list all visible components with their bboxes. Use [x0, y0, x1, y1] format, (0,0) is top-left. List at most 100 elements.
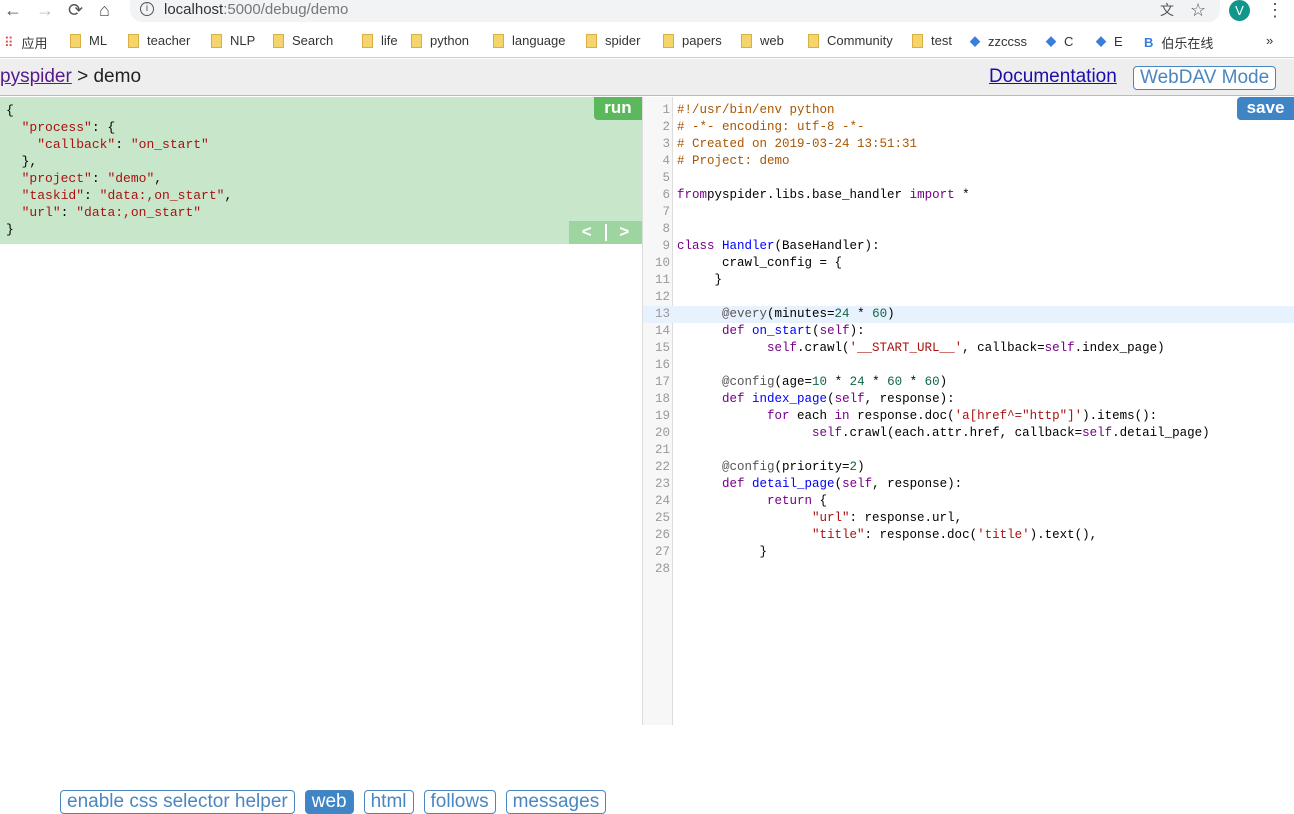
code-line[interactable]: 6 frompyspider.libs.base_handler import * [643, 187, 1294, 204]
task-json[interactable]: { "process": { "callback": "on_start" },… [0, 97, 642, 244]
code-line[interactable]: 2 # -*- encoding: utf-8 -*- [643, 119, 1294, 136]
code-token: 2 [849, 460, 858, 474]
code-line[interactable]: 23 def detail_page(self, response): [643, 476, 1294, 493]
code-token: 60 [924, 375, 940, 389]
bookmark-item[interactable]: ◆ C [1046, 33, 1073, 49]
bookmark-item[interactable]: test [912, 33, 952, 48]
code-line[interactable]: 10 crawl_config = { [643, 255, 1294, 272]
code-lines[interactable]: 1 #!/usr/bin/env python 2 # -*- encoding: u… [643, 102, 1294, 578]
bookmark-item[interactable]: python [411, 33, 469, 48]
tab-html[interactable]: html [363, 790, 414, 814]
bookmark-item[interactable]: ⠿ 应用 [4, 33, 48, 52]
translate-icon[interactable]: 文 [1160, 0, 1174, 20]
tab-enable-css-selector-helper[interactable]: enable css selector helper [60, 790, 295, 814]
code-line[interactable]: 3 # Created on 2019-03-24 13:51:31 [643, 136, 1294, 153]
bookmark-item[interactable]: ML [70, 33, 107, 48]
code-text: "title": response.doc('title').text(), [677, 527, 1097, 544]
code-line[interactable]: 24 return { [643, 493, 1294, 510]
bookmark-item[interactable]: B 伯乐在线 [1144, 33, 1213, 52]
code-line[interactable]: 8 [643, 221, 1294, 238]
code-token: * [864, 375, 888, 389]
code-line[interactable]: 21 [643, 442, 1294, 459]
code-token: (BaseHandler): [774, 239, 880, 253]
json-token: "data:,on_start" [76, 205, 202, 220]
line-number: 25 [654, 511, 670, 525]
code-line[interactable]: 16 [643, 357, 1294, 374]
code-line[interactable]: 1 #!/usr/bin/env python [643, 102, 1294, 119]
code-line[interactable]: 22 @config(priority=2) [643, 459, 1294, 476]
code-line[interactable]: 28 [643, 561, 1294, 578]
code-token: '__START_URL__' [849, 341, 963, 355]
code-line[interactable]: 9 class Handler(BaseHandler): [643, 238, 1294, 255]
code-line[interactable]: 25 "url": response.url, [643, 510, 1294, 527]
code-line[interactable]: 7 [643, 204, 1294, 221]
code-token: pyspider.libs.base_handler [707, 188, 910, 202]
bookmark-item[interactable]: NLP [211, 33, 255, 48]
pyspider-home-link[interactable]: pyspider [0, 66, 72, 87]
code-token: @every [722, 307, 768, 321]
bookmark-item[interactable]: ◆ zzccss [970, 33, 1027, 49]
code-token: : response.url, [849, 511, 963, 525]
bookmark-item[interactable]: papers [663, 33, 722, 48]
next-button[interactable]: > [607, 221, 643, 244]
page-header: pyspider > demo Documentation WebDAV Mod… [0, 59, 1294, 96]
bookmark-item[interactable]: spider [586, 33, 640, 48]
documentation-link[interactable]: Documentation [989, 66, 1117, 88]
code-line[interactable]: 15 self.crawl('__START_URL__', callback=… [643, 340, 1294, 357]
line-number: 20 [654, 426, 670, 440]
tab-messages[interactable]: messages [505, 790, 607, 814]
bookmark-item[interactable]: ◆ E [1096, 33, 1123, 49]
code-line[interactable]: 19 for each in response.doc('a[href^="ht… [643, 408, 1294, 425]
bookmark-item[interactable]: Search [273, 33, 333, 48]
back-icon[interactable]: ← [4, 0, 22, 20]
home-icon[interactable]: ⌂ [99, 0, 110, 20]
debug-panel: { "process": { "callback": "on_start" },… [0, 97, 643, 814]
url-text: localhost:5000/debug/demo [164, 1, 348, 18]
json-token: : [115, 137, 131, 152]
code-line[interactable]: 11 } [643, 272, 1294, 289]
bookmark-label: 伯乐在线 [1161, 36, 1214, 51]
bookmark-item[interactable]: life [362, 33, 398, 48]
bookmark-label: Community [827, 33, 893, 48]
bookmark-item[interactable]: Community [808, 33, 893, 48]
menu-icon[interactable]: ⋮ [1266, 0, 1284, 20]
line-number: 9 [662, 239, 670, 253]
bookmark-item[interactable]: language [493, 33, 566, 48]
apps-icon: ⠿ [4, 34, 14, 50]
code-token: ( [834, 477, 843, 491]
line-number: 26 [654, 528, 670, 542]
code-line[interactable]: 27 } [643, 544, 1294, 561]
code-line[interactable]: 18 def index_page(self, response): [643, 391, 1294, 408]
code-line[interactable]: 14 def on_start(self): [643, 323, 1294, 340]
code-line[interactable]: 13 @every(minutes=24 * 60) [643, 306, 1294, 323]
code-line[interactable]: 26 "title": response.doc('title').text()… [643, 527, 1294, 544]
code-line[interactable]: 20 self.crawl(each.attr.href, callback=s… [643, 425, 1294, 442]
bookmark-label: web [760, 33, 784, 48]
forward-icon[interactable]: → [36, 0, 54, 20]
prev-button[interactable]: < [569, 221, 605, 244]
info-icon[interactable]: i [140, 2, 154, 16]
bookmark-item[interactable]: web [741, 33, 784, 48]
avatar[interactable]: V [1229, 0, 1250, 21]
run-button[interactable]: run [594, 97, 642, 120]
star-icon[interactable]: ☆ [1190, 0, 1206, 20]
code-line[interactable]: 4 # Project: demo [643, 153, 1294, 170]
code-editor[interactable]: 1 #!/usr/bin/env python 2 # -*- encoding: u… [643, 97, 1294, 725]
line-number: 13 [654, 307, 670, 321]
webdav-mode-button[interactable]: WebDAV Mode [1133, 66, 1277, 90]
bookmark-item[interactable]: teacher [128, 33, 190, 48]
code-line[interactable]: 12 [643, 289, 1294, 306]
json-token: : [60, 205, 77, 220]
code-line[interactable]: 5 [643, 170, 1294, 187]
save-button[interactable]: save [1237, 97, 1294, 120]
address-bar[interactable]: i localhost:5000/debug/demo 文 ☆ [130, 0, 1220, 22]
more-bookmarks-icon[interactable]: » [1266, 33, 1273, 48]
tab-web[interactable]: web [304, 790, 354, 814]
reload-icon[interactable]: ⟳ [68, 0, 83, 20]
tab-follows[interactable]: follows [423, 790, 496, 814]
code-token: in [834, 409, 850, 423]
code-line[interactable]: 17 @config(age=10 * 24 * 60 * 60) [643, 374, 1294, 391]
url-host: localhost [164, 1, 224, 18]
breadcrumb-separator: > [71, 66, 94, 87]
